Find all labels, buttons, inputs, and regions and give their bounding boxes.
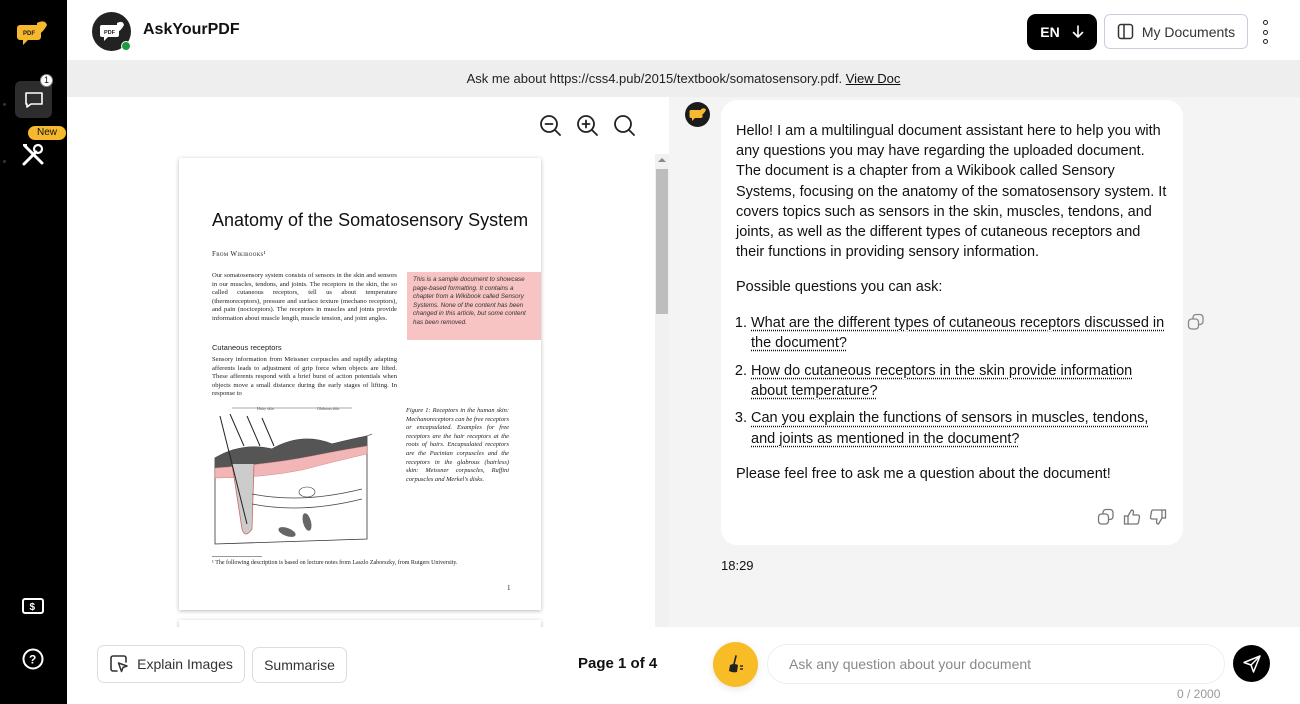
pdf-page-2 <box>179 620 541 627</box>
suggested-questions: What are the different types of cutaneou… <box>736 313 1168 449</box>
money-icon[interactable]: $ <box>22 598 44 614</box>
pdf-footnote: ¹ The following description is based on … <box>212 560 458 566</box>
pdf-sample-note: This is a sample document to showcase pa… <box>407 272 541 340</box>
chat-count-badge: 1 <box>40 74 53 87</box>
pdf-page-number: 1 <box>507 584 511 592</box>
skin-receptors-figure: Hairy skin Glabrous skin <box>214 406 372 545</box>
questions-heading: Possible questions you can ask: <box>736 279 943 296</box>
svg-text:PDF: PDF <box>23 31 35 37</box>
explain-images-button[interactable]: Explain Images <box>97 645 245 683</box>
language-selector[interactable]: EN <box>1027 14 1097 50</box>
app-logo-icon[interactable]: PDF <box>17 17 49 49</box>
character-count: 0 / 2000 <box>1177 687 1221 701</box>
zoom-in-icon[interactable] <box>576 114 598 136</box>
pdf-paragraph: Sensory information from Meissner corpus… <box>212 356 397 397</box>
suggested-question-link[interactable]: What are the different types of cutaneou… <box>751 315 1164 351</box>
message-actions <box>1097 508 1167 526</box>
page-indicator: Page 1 of 4 <box>578 655 658 672</box>
thumbs-down-icon[interactable] <box>1149 508 1167 526</box>
top-header: PDF AskYourPDF EN My Documents <box>67 0 1300 60</box>
bot-logo-icon <box>689 108 706 121</box>
figure-label-hairy: Hairy skin <box>257 406 274 411</box>
send-button[interactable] <box>1233 645 1270 682</box>
item-indicator <box>3 160 6 163</box>
scroll-up-arrow-icon[interactable] <box>658 158 666 162</box>
svg-text:PDF: PDF <box>104 30 116 36</box>
document-source-bar: Ask me about https://css4.pub/2015/textb… <box>67 60 1300 97</box>
copy-icon[interactable] <box>1097 508 1115 526</box>
pdf-scrollbar[interactable] <box>655 154 669 627</box>
language-label: EN <box>1040 24 1060 40</box>
assistant-message: Hello! I am a multilingual document assi… <box>721 100 1183 545</box>
copy-questions-icon[interactable] <box>1187 313 1205 331</box>
online-status-dot <box>121 41 131 51</box>
svg-text:?: ? <box>29 653 36 667</box>
document-source-text: Ask me about https://css4.pub/2015/textb… <box>466 71 843 86</box>
pdf-pages[interactable]: Anatomy of the Somatosensory System From… <box>67 154 655 627</box>
image-pointer-icon <box>110 655 128 673</box>
pdf-page-1: Anatomy of the Somatosensory System From… <box>179 158 541 610</box>
app-name: AskYourPDF <box>143 21 240 38</box>
my-documents-label: My Documents <box>1141 23 1236 40</box>
summarise-label: Summarise <box>264 657 335 673</box>
zoom-out-icon[interactable] <box>539 114 561 136</box>
summarise-button[interactable]: Summarise <box>252 647 347 683</box>
sidebar: PDF 1 New $ ? <box>0 0 67 704</box>
bottom-bar: Explain Images Summarise Page 1 of 4 0 /… <box>67 627 1300 704</box>
arrow-down-icon <box>1072 25 1084 38</box>
my-documents-button[interactable]: My Documents <box>1104 14 1248 49</box>
pdf-page-title: Anatomy of the Somatosensory System <box>212 210 529 230</box>
bot-avatar <box>685 102 710 127</box>
chat-question-input[interactable] <box>767 644 1225 684</box>
pdf-viewer: Anatomy of the Somatosensory System From… <box>67 97 669 627</box>
message-intro: Hello! I am a multilingual document assi… <box>736 123 1167 261</box>
clear-chat-button[interactable] <box>713 642 758 687</box>
suggested-question: How do cutaneous receptors in the skin p… <box>751 361 1168 401</box>
message-timestamp: 18:29 <box>721 558 754 573</box>
explain-images-label: Explain Images <box>137 656 233 672</box>
pdf-zoom-tools <box>539 114 635 136</box>
figure-label-glabrous: Glabrous skin <box>317 406 339 411</box>
pdf-subheading: Cutaneous receptors <box>212 343 282 352</box>
svg-text:$: $ <box>30 602 36 613</box>
suggested-question-link[interactable]: Can you explain the functions of sensors… <box>751 410 1148 446</box>
suggested-question: What are the different types of cutaneou… <box>751 313 1168 353</box>
thumbs-up-icon[interactable] <box>1123 508 1141 526</box>
scrollbar-thumb[interactable] <box>656 169 668 314</box>
new-badge: New <box>28 126 66 140</box>
send-icon <box>1242 654 1261 673</box>
message-closing: Please feel free to ask me a question ab… <box>736 465 1111 482</box>
chat-bubble-icon <box>24 91 43 108</box>
more-options-icon[interactable] <box>1260 20 1270 44</box>
help-icon[interactable]: ? <box>22 648 44 670</box>
active-indicator <box>3 103 6 106</box>
chat-panel: Hello! I am a multilingual document assi… <box>669 97 1300 627</box>
app-root: PDF 1 New $ ? PDF AskYourPDF EN My Docum… <box>0 0 1300 704</box>
suggested-question: Can you explain the functions of sensors… <box>751 408 1168 448</box>
footnote-rule <box>212 556 262 557</box>
suggested-question-link[interactable]: How do cutaneous receptors in the skin p… <box>751 363 1132 399</box>
view-doc-link[interactable]: View Doc <box>846 71 901 86</box>
pdf-figure-caption: Figure 1: Receptors in the human skin: M… <box>406 407 509 483</box>
sidebar-panel-icon <box>1117 23 1134 40</box>
pdf-paragraph: Our somatosensory system consists of sen… <box>212 272 397 322</box>
tools-icon[interactable] <box>20 142 46 168</box>
pdf-source-line: From Wikibooks¹ <box>212 250 267 258</box>
broom-icon <box>728 654 743 672</box>
search-icon[interactable] <box>613 114 635 136</box>
